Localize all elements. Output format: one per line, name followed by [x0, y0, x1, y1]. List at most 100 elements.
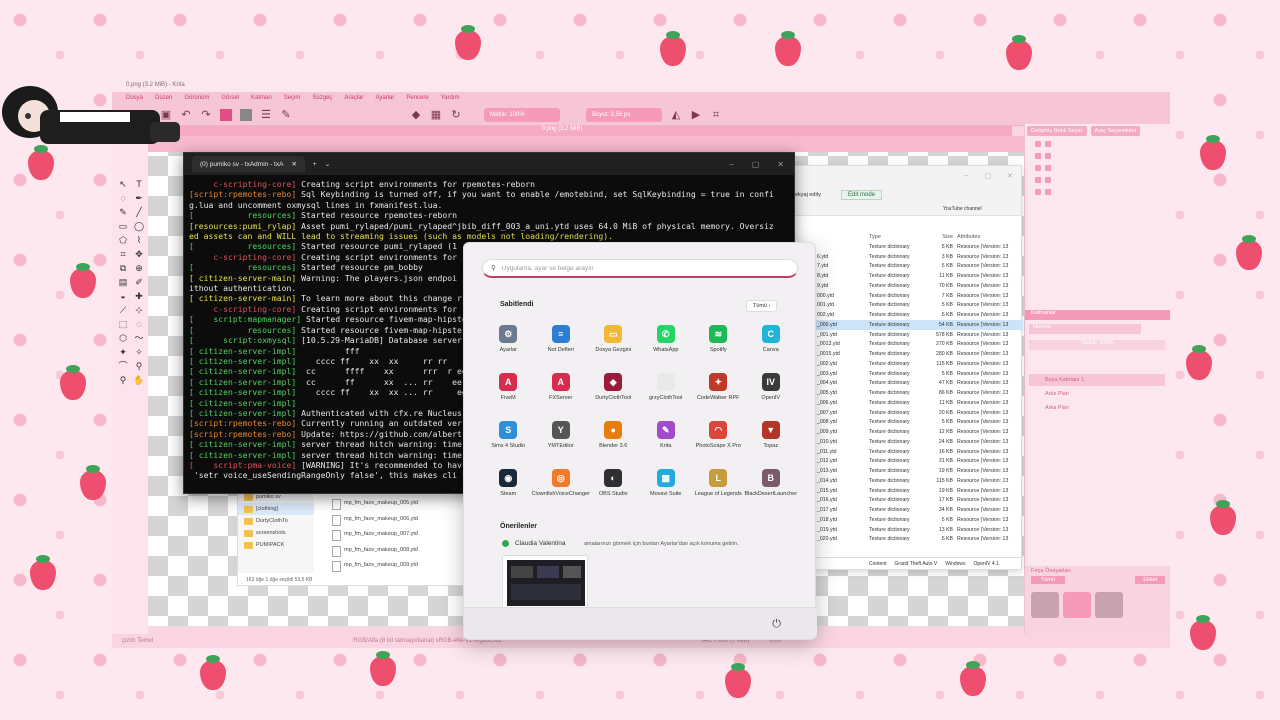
- pinned-app[interactable]: ≋ Spotify: [692, 325, 745, 365]
- table-row[interactable]: _012.ytd Texture dictionary 31 KB Resource …: [783, 457, 1023, 467]
- pinned-app[interactable]: grzyClothTool: [640, 373, 693, 413]
- file-item[interactable]: mp_fm_faov_makeup_007.ytd: [332, 528, 418, 544]
- file-item[interactable]: mp_fm_faov_makeup_005.ytd: [332, 497, 418, 513]
- file-item[interactable]: mp_fm_faov_makeup_009.ytd: [332, 559, 418, 575]
- table-row[interactable]: _004.ytd Texture dictionary 47 KB Resource …: [783, 379, 1023, 389]
- table-row[interactable]: _017.ytd Texture dictionary 34 KB Resource …: [783, 505, 1023, 515]
- menu-settings[interactable]: Ayarlar: [375, 95, 394, 101]
- edit-mode-button[interactable]: Edit mode: [841, 190, 883, 200]
- menu-filter[interactable]: Süzgeç: [312, 95, 332, 101]
- brush-tag[interactable]: Etiket: [1135, 576, 1165, 584]
- table-row[interactable]: _002.ytd Texture dictionary 115 KB Resource…: [783, 359, 1023, 369]
- option-row[interactable]: [1025, 150, 1170, 162]
- pan-icon[interactable]: ✋: [132, 374, 146, 386]
- table-row[interactable]: 002.ytd Texture dictionary 5 KB Resource (V…: [783, 310, 1023, 320]
- column-size[interactable]: Size: [933, 234, 957, 240]
- table-row[interactable]: _016.ytd Texture dictionary 17 KB Resource …: [783, 496, 1023, 506]
- brush-preset[interactable]: [1095, 592, 1123, 618]
- calligraphy-icon[interactable]: ✒: [132, 192, 146, 204]
- reload-icon[interactable]: ↻: [450, 109, 462, 121]
- poly-select-icon[interactable]: ⬡: [116, 332, 130, 344]
- brush-icon[interactable]: ✎: [280, 109, 292, 121]
- blend-mode-select[interactable]: Normal: [1029, 324, 1141, 334]
- close-icon[interactable]: ✕: [1007, 172, 1013, 180]
- sidebar-folder[interactable]: screenshots: [238, 527, 314, 539]
- table-row[interactable]: _013.ytd Texture dictionary 19 KB Resource …: [783, 466, 1023, 476]
- freehand-brush-icon[interactable]: ✎: [116, 206, 130, 218]
- terminal-tab[interactable]: (0) pumiko sv - txAdmin - txA ✕: [192, 156, 305, 172]
- document-tab[interactable]: 0.png (3,2 MiB): [112, 126, 1012, 136]
- brush-filter[interactable]: Tümü: [1031, 576, 1066, 584]
- crop-tool-icon[interactable]: ⌗: [116, 248, 130, 260]
- pinned-app[interactable]: ◎ ClownfishVoiceChanger: [532, 469, 590, 509]
- edit-shapes-icon[interactable]: ◌: [116, 192, 130, 204]
- sidebar-folder[interactable]: PUMIPACK: [238, 539, 314, 551]
- table-row[interactable]: _015.ytd Texture dictionary 19 KB Resource …: [783, 486, 1023, 496]
- table-row[interactable]: _009.ytd Texture dictionary 12 KB Resource …: [783, 427, 1023, 437]
- layer-item[interactable]: Arka Plan: [1029, 402, 1165, 414]
- pattern-icon[interactable]: [240, 108, 252, 121]
- menu-select[interactable]: Seçim: [284, 95, 301, 101]
- pinned-app[interactable]: ▭ Dosya Gezgini: [587, 325, 640, 365]
- menu-tools[interactable]: Araçlar: [344, 95, 363, 101]
- chevron-down-icon[interactable]: ⌄: [325, 160, 330, 168]
- minimize-icon[interactable]: –: [729, 160, 733, 169]
- contiguous-select-icon[interactable]: ✦: [116, 346, 130, 358]
- tab-tool-options[interactable]: Araç Seçenekleri: [1090, 126, 1141, 136]
- pinned-app[interactable]: B BlackDesertLauncher: [744, 469, 797, 509]
- brush-presets-icon[interactable]: ☰: [260, 109, 272, 121]
- table-row[interactable]: _010.ytd Texture dictionary 24 KB Resource …: [783, 437, 1023, 447]
- pinned-app[interactable]: A FXServer: [535, 373, 588, 413]
- menu-layer[interactable]: Katman: [251, 95, 272, 101]
- column-attributes[interactable]: Attributes: [957, 234, 1023, 240]
- layer-item[interactable]: Arka Plan: [1029, 388, 1165, 400]
- option-row[interactable]: [1025, 174, 1170, 186]
- table-row[interactable]: 9.ytd Texture dictionary 70 KB Resource (Ve…: [783, 281, 1023, 291]
- line-tool-icon[interactable]: ╱: [132, 206, 146, 218]
- color-picker-icon[interactable]: ✐: [132, 276, 146, 288]
- ellipse-select-icon[interactable]: ◌: [132, 318, 146, 330]
- polyline-tool-icon[interactable]: ⌇: [132, 234, 146, 246]
- pinned-app[interactable]: ≡ Not Defteri: [535, 325, 588, 365]
- pinned-app[interactable]: S Sims 4 Studio: [482, 421, 535, 461]
- close-icon[interactable]: ✕: [777, 160, 784, 169]
- polygon-tool-icon[interactable]: ⬠: [116, 234, 130, 246]
- rectangle-tool-icon[interactable]: ▭: [116, 220, 130, 232]
- maximize-icon[interactable]: ▢: [752, 160, 760, 169]
- transform-tool-icon[interactable]: ⧉: [116, 262, 130, 274]
- file-item[interactable]: mp_fm_faov_makeup_006.ytd: [332, 513, 418, 529]
- breadcrumb[interactable]: ekyaj edity: [795, 192, 821, 198]
- table-row[interactable]: Texture dictionary 5 KB Resource (Version:…: [783, 242, 1023, 252]
- table-row[interactable]: _011.ytd Texture dictionary 16 KB Resource …: [783, 447, 1023, 457]
- all-apps-button[interactable]: Tümü ›: [746, 300, 778, 312]
- table-row[interactable]: _000.ytd Texture dictionary 54 KB Resource …: [783, 320, 1023, 330]
- pinned-app[interactable]: ✦ CodeWalker RPF: [692, 373, 745, 413]
- layer-item[interactable]: Boya Katmanı 1: [1029, 374, 1165, 386]
- youtube-channel-link[interactable]: YouTube channel: [943, 206, 982, 212]
- pinned-app[interactable]: ⚙ Ayarlar: [482, 325, 535, 365]
- table-row[interactable]: _014.ytd Texture dictionary 115 KB Resource…: [783, 476, 1023, 486]
- maximize-icon[interactable]: ▢: [985, 172, 992, 180]
- free-select-icon[interactable]: 〜: [132, 332, 146, 344]
- sidebar-folder[interactable]: DurtyClothTo: [238, 515, 314, 527]
- size-slider[interactable]: Boyut: 2,56 px: [586, 107, 662, 122]
- layer-opacity-slider[interactable]: Matlık: 100%: [1029, 340, 1165, 350]
- table-row[interactable]: 8.ytd Texture dictionary 11 KB Resource (Ve…: [783, 271, 1023, 281]
- new-tab-icon[interactable]: +: [313, 161, 317, 168]
- pinned-app[interactable]: ◆ DurtyClothTool: [587, 373, 640, 413]
- pinned-app[interactable]: ● Blender 3.6: [587, 421, 640, 461]
- measure-tool-icon[interactable]: ⟋: [116, 304, 130, 316]
- table-row[interactable]: _020.ytd Texture dictionary 5 KB Resource (…: [783, 535, 1023, 545]
- rect-select-icon[interactable]: ⬚: [116, 318, 130, 330]
- option-row[interactable]: [1025, 186, 1170, 198]
- eraser-mode-icon[interactable]: ◆: [410, 109, 422, 121]
- mirror-horizontal-icon[interactable]: ◭: [670, 109, 682, 121]
- menu-image[interactable]: Görsel: [221, 95, 239, 101]
- menu-window[interactable]: Pencere: [406, 95, 428, 101]
- table-row[interactable]: _0013.ytd Texture dictionary 270 KB Resourc…: [783, 340, 1023, 350]
- minimize-icon[interactable]: –: [965, 172, 969, 180]
- select-shapes-icon[interactable]: ↖: [116, 178, 130, 190]
- pinned-app[interactable]: IV OpenIV: [745, 373, 798, 413]
- pinned-app[interactable]: ◐ OBS Studio: [587, 469, 640, 509]
- brush-preset[interactable]: [1031, 592, 1059, 618]
